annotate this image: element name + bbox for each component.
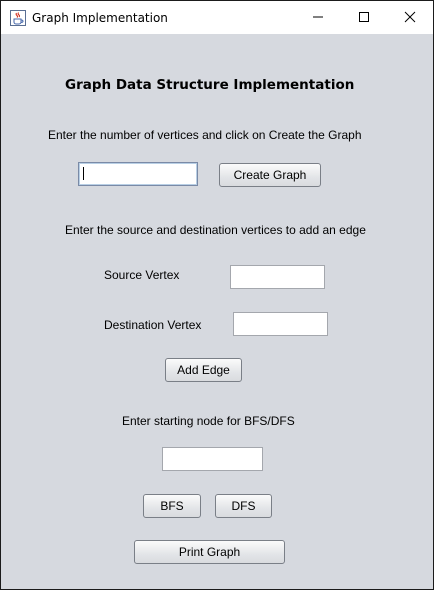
start-node-input[interactable] [162, 447, 263, 471]
close-icon [404, 8, 416, 27]
bfs-button[interactable]: BFS [143, 494, 201, 518]
minimize-icon [312, 8, 324, 27]
main-panel: Graph Data Structure Implementation Ente… [1, 34, 433, 589]
text-caret [83, 167, 84, 180]
create-instruction: Enter the number of vertices and click o… [48, 128, 362, 142]
app-window: Graph Implementation Graph Data Structur… [0, 0, 434, 590]
add-edge-button[interactable]: Add Edge [165, 358, 242, 382]
create-graph-button[interactable]: Create Graph [219, 163, 321, 187]
title-bar[interactable]: Graph Implementation [1, 1, 433, 34]
minimize-button[interactable] [295, 1, 341, 34]
vertices-count-input[interactable] [78, 162, 198, 186]
edge-instruction: Enter the source and destination vertice… [65, 223, 366, 237]
dfs-button[interactable]: DFS [215, 494, 272, 518]
close-button[interactable] [387, 1, 433, 34]
source-vertex-input[interactable] [230, 265, 325, 289]
page-title: Graph Data Structure Implementation [65, 77, 355, 93]
traversal-instruction: Enter starting node for BFS/DFS [122, 414, 295, 428]
destination-vertex-label: Destination Vertex [104, 318, 202, 332]
window-title: Graph Implementation [32, 11, 168, 25]
print-graph-button[interactable]: Print Graph [134, 540, 285, 564]
destination-vertex-input[interactable] [233, 312, 328, 336]
java-cup-icon [10, 10, 26, 26]
maximize-icon [358, 8, 370, 27]
source-vertex-label: Source Vertex [104, 268, 180, 282]
maximize-button[interactable] [341, 1, 387, 34]
